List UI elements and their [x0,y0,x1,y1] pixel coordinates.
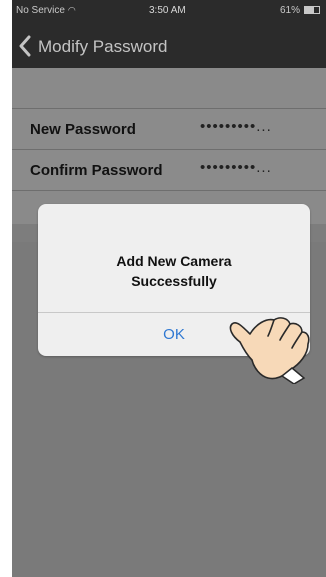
status-bar: No Service ◠ 3:50 AM 61% [12,0,326,24]
status-time: 3:50 AM [149,5,186,16]
password-form: New Password •••••••••... Confirm Passwo… [12,108,326,191]
confirm-password-label: Confirm Password [30,162,163,179]
phone-screen: No Service ◠ 3:50 AM 61% Modify Password … [12,0,326,577]
wifi-icon: ◠ [67,5,76,15]
status-carrier: No Service ◠ [16,5,76,16]
battery-percent: 61% [279,5,300,16]
new-password-field[interactable]: •••••••••... [200,118,326,135]
carrier-text: No Service [16,5,65,16]
new-password-row[interactable]: New Password •••••••••... [12,108,326,150]
battery-fill [305,7,314,14]
chevron-left-icon[interactable] [18,35,32,57]
pointing-hand-icon [229,317,310,384]
alert-title-line-2: Successfully [131,273,217,289]
new-password-label: New Password [30,121,136,138]
confirm-password-row[interactable]: Confirm Password •••••••••... [12,150,326,191]
status-battery: 61% [280,5,320,16]
page-title: Modify Password [38,37,168,56]
battery-icon [304,6,320,15]
confirm-password-field[interactable]: •••••••••... [200,159,326,176]
alert-title: Add New Camera Successfully [38,251,310,291]
navigation-bar: Modify Password [12,24,326,68]
alert-title-line-1: Add New Camera [116,253,232,269]
